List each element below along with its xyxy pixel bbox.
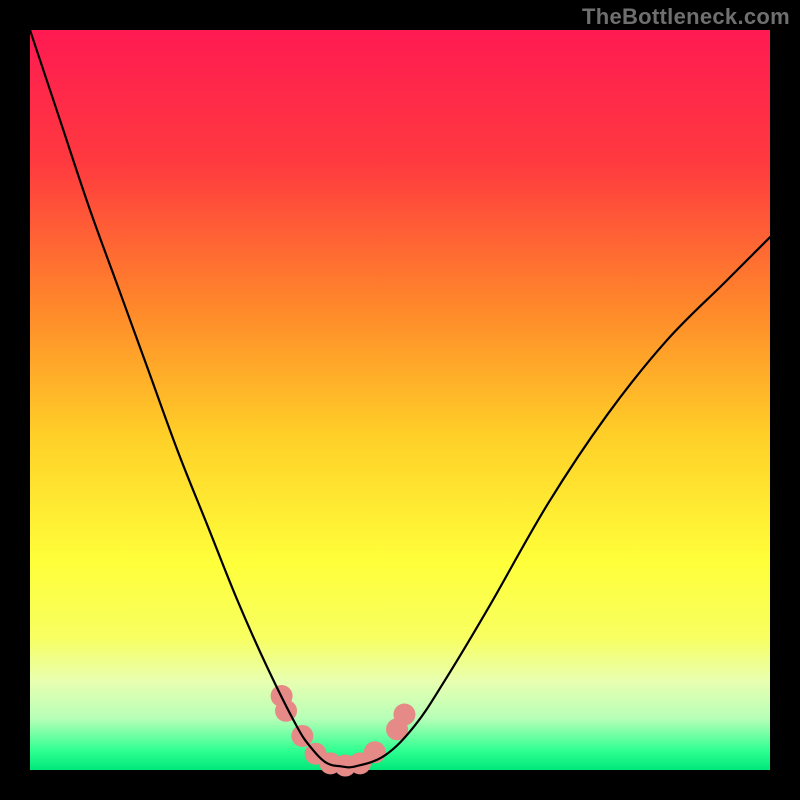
chart-svg bbox=[0, 0, 800, 800]
watermark-text: TheBottleneck.com bbox=[582, 4, 790, 30]
chart-stage: TheBottleneck.com bbox=[0, 0, 800, 800]
plot-background bbox=[30, 30, 770, 770]
highlight-dot bbox=[393, 704, 415, 726]
